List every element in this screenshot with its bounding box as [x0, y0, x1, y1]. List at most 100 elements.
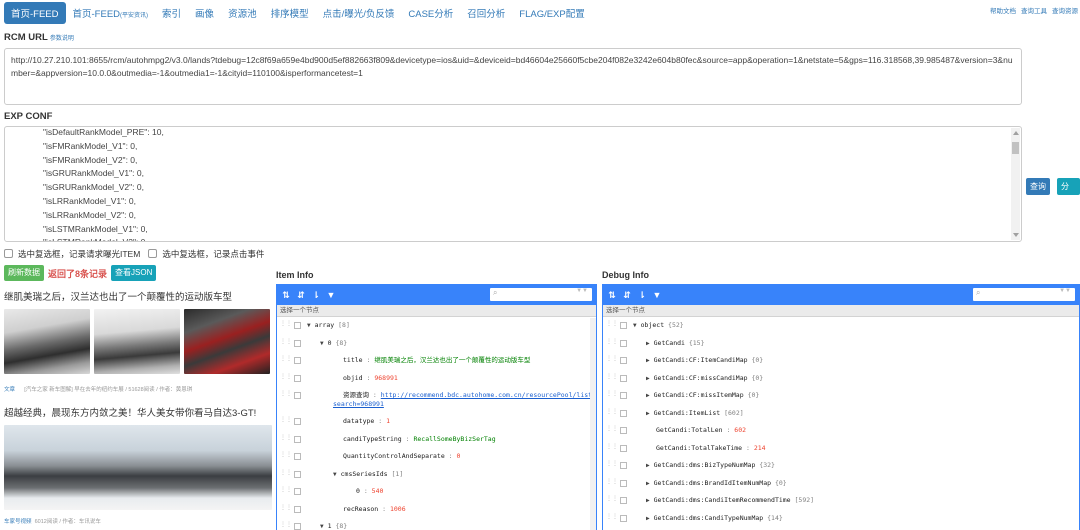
drag-handle-icon[interactable]: ⋮⋮ [280, 522, 292, 530]
collapse-arrow-icon[interactable]: ▶ [646, 480, 650, 487]
expand-arrow-icon[interactable]: ▼ [333, 471, 337, 478]
tree-node[interactable]: ⋮⋮ ▼ 0 {8} [277, 335, 596, 353]
collapse-arrow-icon[interactable]: ▶ [646, 392, 650, 399]
car-image[interactable] [4, 309, 90, 374]
collapse-arrow-icon[interactable]: ▶ [646, 357, 650, 364]
context-menu-icon[interactable] [294, 435, 301, 443]
expand-all-icon[interactable]: ⇅ [281, 290, 291, 301]
feed-item-title[interactable]: 继肌美瑞之后，汉兰达也出了一个颠覆性的运动版车型 [4, 289, 274, 303]
feed-item-title[interactable]: 超越经典，晨现东方内敛之美！华人美女带你看马自达3-GT! [4, 405, 274, 419]
drag-handle-icon[interactable]: ⋮⋮ [606, 408, 618, 417]
context-menu-icon[interactable] [294, 418, 301, 425]
drag-handle-icon[interactable]: ⋮⋮ [280, 321, 292, 329]
collapse-arrow-icon[interactable]: ▶ [646, 410, 650, 417]
context-menu-icon[interactable] [294, 339, 301, 347]
drag-handle-icon[interactable]: ⋮⋮ [606, 461, 618, 469]
tree-node[interactable]: ⋮⋮ ▶ GetCandi:CF:missCandiMap {0} [603, 370, 1079, 388]
tree-node[interactable]: ⋮⋮ title : 继肌美瑞之后，汉兰达也出了一个颠覆性的运动版车型 [277, 352, 596, 370]
record-exposure-checkbox[interactable]: 选中复选框，记录请求曝光ITEM [4, 248, 140, 260]
tree-node[interactable]: ⋮⋮ ▶ GetCandi:dms:CandiItemRecommendTime [… [603, 492, 1079, 510]
drag-handle-icon[interactable]: ⋮⋮ [280, 487, 292, 495]
view-json-button[interactable]: 查看JSON [111, 265, 157, 281]
drag-handle-icon[interactable]: ⋮⋮ [606, 513, 618, 522]
nav-tab[interactable]: 资源池 [221, 2, 264, 24]
car-interior-image[interactable] [184, 309, 270, 374]
tree-node[interactable]: ⋮⋮ GetCandi:TotalLen : 602 [603, 422, 1079, 440]
rcm-url-input[interactable]: http://10.27.210.101:8655/rcm/autohmpg2/… [4, 48, 1022, 105]
collapse-arrow-icon[interactable]: ▶ [646, 515, 650, 522]
tree-node[interactable]: ⋮⋮ ▶ GetCandi {15} [603, 335, 1079, 353]
source-tag[interactable]: 车家号视频 [4, 519, 32, 525]
tree-node[interactable]: ⋮⋮ ▶ GetCandi:ItemList [602] [603, 405, 1079, 423]
tree-node[interactable]: ⋮⋮ datatype : 1 [277, 413, 596, 431]
tree-node[interactable]: ⋮⋮ recReason : 1006 [277, 501, 596, 519]
scroll-down-icon[interactable] [1013, 233, 1019, 237]
expand-arrow-icon[interactable]: ▼ [307, 322, 311, 329]
tree-node[interactable]: ⋮⋮ ▼ array [8] [277, 317, 596, 335]
context-menu-icon[interactable] [294, 523, 301, 530]
chevron-down-icon[interactable]: ▼▼ [1059, 288, 1071, 294]
top-right-link[interactable]: 查询工具 [1021, 5, 1047, 15]
context-menu-icon[interactable] [620, 514, 627, 522]
tree-node[interactable]: ⋮⋮ ▼ object {52} [603, 317, 1079, 335]
context-menu-icon[interactable] [620, 357, 627, 364]
drag-handle-icon[interactable]: ⋮⋮ [606, 321, 618, 329]
context-menu-icon[interactable] [620, 339, 627, 347]
drag-handle-icon[interactable]: ⋮⋮ [280, 373, 292, 382]
context-menu-icon[interactable] [294, 488, 301, 495]
record-click-checkbox[interactable]: 选中复选框，记录点击事件 [148, 248, 264, 260]
drag-handle-icon[interactable]: ⋮⋮ [280, 452, 292, 460]
filter-icon[interactable]: ▼ [326, 290, 336, 300]
expand-arrow-icon[interactable]: ▼ [320, 523, 324, 530]
collapse-arrow-icon[interactable]: ▶ [646, 497, 650, 504]
drag-handle-icon[interactable]: ⋮⋮ [606, 373, 618, 382]
tree-node[interactable]: ⋮⋮ ▼ cmsSeriesIds [1] [277, 466, 596, 484]
nav-tab[interactable]: 画像 [188, 2, 221, 24]
context-menu-icon[interactable] [620, 479, 627, 487]
collapse-arrow-icon[interactable]: ▶ [646, 340, 650, 347]
drag-handle-icon[interactable]: ⋮⋮ [606, 338, 618, 347]
tree-node[interactable]: ⋮⋮ ▶ GetCandi:CF:ItemCandiMap {0} [603, 352, 1079, 370]
sort-icon[interactable]: ⇂ [637, 290, 647, 301]
query-button[interactable]: 查询 [1026, 178, 1050, 195]
debug-search-input[interactable]: ⌕ ▼▼ [973, 288, 1075, 301]
top-right-link[interactable]: 帮助文档 [990, 5, 1016, 15]
context-menu-icon[interactable] [620, 427, 627, 434]
drag-handle-icon[interactable]: ⋮⋮ [280, 391, 292, 399]
collapse-all-icon[interactable]: ⇵ [296, 290, 306, 301]
nav-tab[interactable]: 召回分析 [460, 2, 512, 24]
context-menu-icon[interactable] [294, 357, 301, 364]
nav-tab[interactable]: 排序模型 [264, 2, 316, 24]
drag-handle-icon[interactable]: ⋮⋮ [280, 469, 292, 478]
context-menu-icon[interactable] [620, 392, 627, 399]
exp-conf-textarea[interactable]: "isDefaultRankModel_PRE": 10, "isFMRankMo… [4, 126, 1022, 242]
drag-handle-icon[interactable]: ⋮⋮ [606, 478, 618, 487]
source-tag[interactable]: 文章 [4, 387, 15, 393]
context-menu-icon[interactable] [294, 392, 301, 399]
context-menu-icon[interactable] [620, 444, 627, 452]
expand-arrow-icon[interactable]: ▼ [320, 340, 324, 347]
expand-all-icon[interactable]: ⇅ [607, 290, 617, 301]
tree-node[interactable]: ⋮⋮ GetCandi:TotalTakeTime : 214 [603, 440, 1079, 458]
drag-handle-icon[interactable]: ⋮⋮ [280, 417, 292, 425]
nav-tab[interactable]: FLAG/EXP配置 [512, 2, 591, 24]
tree-node[interactable]: ⋮⋮ ▶ GetCandi:dms:BizTypeNumMap {32} [603, 457, 1079, 475]
context-menu-icon[interactable] [294, 453, 301, 460]
sort-icon[interactable]: ⇂ [311, 290, 321, 301]
tree-node[interactable]: ⋮⋮ QuantityControlAndSeparate : 0 [277, 448, 596, 466]
context-menu-icon[interactable] [620, 409, 627, 417]
drag-handle-icon[interactable]: ⋮⋮ [606, 426, 618, 434]
filter-icon[interactable]: ▼ [652, 290, 662, 300]
exp-conf-scrollbar[interactable] [1011, 128, 1020, 240]
checkbox-box[interactable] [4, 249, 13, 258]
tree-node[interactable]: ⋮⋮ ▶ GetCandi:dms:CandiTypeNumMap {14} [603, 510, 1079, 528]
chevron-down-icon[interactable]: ▼▼ [576, 288, 588, 294]
drag-handle-icon[interactable]: ⋮⋮ [280, 356, 292, 364]
refresh-button[interactable]: 刷新数据 [4, 265, 44, 281]
context-menu-icon[interactable] [294, 470, 301, 478]
nav-tab[interactable]: 索引 [155, 2, 188, 24]
drag-handle-icon[interactable]: ⋮⋮ [606, 496, 618, 504]
context-menu-icon[interactable] [620, 374, 627, 382]
tree-node[interactable]: ⋮⋮ objid : 968991 [277, 370, 596, 388]
nav-tab[interactable]: 点击/曝光/负反馈 [316, 2, 402, 24]
